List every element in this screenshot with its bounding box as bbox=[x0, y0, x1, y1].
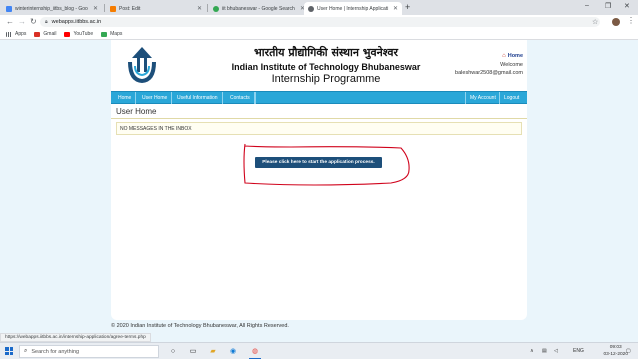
system-clock[interactable]: 09:03 03-12-2020 bbox=[603, 344, 628, 358]
cortana-icon[interactable]: ○ bbox=[168, 346, 178, 356]
link-status-bar: https://webapps.iitbbs.ac.in/internship-… bbox=[0, 333, 151, 342]
browser-menu-icon[interactable]: ⋮ bbox=[627, 16, 635, 25]
start-application-button[interactable]: Please click here to start the applicati… bbox=[255, 157, 382, 168]
inbox-message: NO MESSAGES IN THE INBOX bbox=[120, 125, 192, 132]
tab-title: winterinternship_iitbs_blog - Goo bbox=[15, 5, 88, 12]
search-placeholder: Search for anything bbox=[31, 348, 80, 355]
clock-date: 03-12-2020 bbox=[603, 352, 628, 357]
browser-tab-active[interactable]: User Home | Internship Applicati ✕ bbox=[304, 2, 402, 15]
tab-title: Post: Edit bbox=[119, 5, 141, 12]
browser-tab-1[interactable]: winterinternship_iitbs_blog - Goo ✕ bbox=[2, 2, 102, 15]
nav-contacts[interactable]: Contacts bbox=[226, 92, 255, 104]
address-bar[interactable]: 🔒︎ webapps.iitbbs.ac.in bbox=[40, 17, 600, 27]
google-icon bbox=[213, 5, 219, 12]
bookmark-label: YouTube bbox=[73, 31, 94, 37]
site-title-hindi: भारतीय प्रौद्योगिकी संस्थान भुवनेश्वर bbox=[253, 46, 399, 59]
browser-toolbar: ← → ↻ 🔒︎ webapps.iitbbs.ac.in ☆ ⋮ bbox=[0, 15, 638, 29]
lock-icon: 🔒︎ bbox=[45, 19, 48, 25]
tab-title: iit bhubaneswar - Google Search bbox=[222, 5, 295, 12]
nav-home[interactable]: Home bbox=[114, 92, 137, 104]
site-favicon-icon bbox=[308, 5, 314, 12]
nav-divider bbox=[255, 92, 256, 104]
bookmark-apps[interactable]: Apps bbox=[6, 31, 26, 37]
bookmark-gmail[interactable]: Gmail bbox=[34, 31, 56, 37]
site-title-english: Indian Institute of Technology Bhubanesw… bbox=[231, 62, 421, 72]
maximize-button[interactable]: ❐ bbox=[605, 2, 611, 10]
blogger-icon bbox=[110, 5, 116, 12]
back-icon[interactable]: ← bbox=[6, 17, 14, 26]
bookmark-youtube[interactable]: YouTube bbox=[64, 31, 93, 37]
close-window-button[interactable]: ✕ bbox=[624, 2, 630, 10]
iit-logo-icon bbox=[128, 47, 156, 83]
new-tab-button[interactable]: + bbox=[405, 2, 410, 12]
reload-icon[interactable]: ↻ bbox=[30, 17, 37, 26]
home-link[interactable]: ⌂ Home bbox=[502, 53, 523, 59]
youtube-icon bbox=[64, 31, 71, 37]
welcome-text: Welcome bbox=[500, 62, 523, 68]
edge-icon[interactable]: ◉ bbox=[228, 346, 238, 356]
taskbar-search-input[interactable]: ⌕ Search for anything bbox=[19, 345, 159, 358]
page-viewport: भारतीय प्रौद्योगिकी संस्थान भुवनेश्वर In… bbox=[0, 40, 638, 342]
tray-chevron-icon[interactable]: ∧ bbox=[530, 348, 534, 354]
clock-time: 09:03 bbox=[609, 345, 622, 350]
user-email: baleshwar2508@gmail.com bbox=[455, 70, 523, 76]
file-explorer-icon[interactable]: ▰ bbox=[208, 346, 218, 356]
close-tab-icon[interactable]: ✕ bbox=[93, 5, 98, 12]
bookmark-star-icon[interactable]: ☆ bbox=[592, 18, 598, 26]
apps-grid-icon bbox=[6, 31, 12, 37]
network-icon[interactable]: ▤ bbox=[542, 348, 547, 354]
bookmark-label: Apps bbox=[15, 31, 27, 37]
browser-tab-2[interactable]: Post: Edit ✕ bbox=[106, 2, 206, 15]
language-indicator[interactable]: ENG bbox=[573, 348, 584, 354]
bookmark-label: Maps bbox=[110, 31, 123, 37]
bookmark-label: Gmail bbox=[43, 31, 57, 37]
tab-divider bbox=[104, 4, 105, 12]
chrome-icon[interactable]: ◍ bbox=[250, 346, 260, 356]
forward-icon[interactable]: → bbox=[18, 17, 26, 26]
search-icon: ⌕ bbox=[24, 348, 28, 354]
inbox-message-box: NO MESSAGES IN THE INBOX bbox=[116, 122, 522, 135]
close-tab-icon[interactable]: ✕ bbox=[393, 5, 398, 12]
home-link-label: Home bbox=[507, 53, 523, 59]
browser-tab-strip: winterinternship_iitbs_blog - Goo ✕ Post… bbox=[0, 0, 638, 15]
nav-my-account[interactable]: My Account bbox=[465, 92, 500, 104]
main-navigation: Home User Home Useful Information Contac… bbox=[111, 91, 527, 104]
task-view-icon[interactable]: ▭ bbox=[188, 346, 198, 356]
bookmark-maps[interactable]: Maps bbox=[101, 31, 122, 37]
close-tab-icon[interactable]: ✕ bbox=[197, 5, 202, 12]
site-container: भारतीय प्रौद्योगिकी संस्थान भुवनेश्वर In… bbox=[111, 40, 527, 320]
windows-start-icon[interactable] bbox=[5, 347, 13, 355]
page-title: Internship Programme bbox=[271, 73, 381, 85]
url-text: webapps.iitbbs.ac.in bbox=[51, 19, 102, 25]
notifications-icon[interactable]: ▢ bbox=[626, 348, 631, 354]
site-footer: © 2020 Indian Institute of Technology Bh… bbox=[111, 323, 289, 329]
bookmarks-bar: Apps Gmail YouTube Maps bbox=[0, 29, 638, 40]
docs-icon bbox=[6, 5, 12, 12]
volume-icon[interactable]: ◁ bbox=[554, 348, 558, 354]
gmail-icon bbox=[34, 31, 41, 37]
tab-title: User Home | Internship Applicati bbox=[317, 5, 389, 12]
site-header: भारतीय प्रौद्योगिकी संस्थान भुवनेश्वर In… bbox=[111, 40, 527, 91]
taskbar: ⌕ Search for anything ○ ▭ ▰ ◉ ◍ ∧ ▤ ◁ EN… bbox=[0, 342, 638, 359]
nav-user-home[interactable]: User Home bbox=[138, 92, 173, 104]
maps-icon bbox=[101, 31, 108, 37]
tab-divider bbox=[207, 4, 208, 12]
home-icon: ⌂ bbox=[502, 53, 506, 59]
heading-divider bbox=[111, 118, 527, 119]
browser-tab-3[interactable]: iit bhubaneswar - Google Search ✕ bbox=[209, 2, 309, 15]
nav-logout[interactable]: Logout bbox=[499, 92, 523, 104]
nav-useful-information[interactable]: Useful Information bbox=[173, 92, 223, 104]
minimize-button[interactable]: – bbox=[585, 2, 589, 9]
section-heading: User Home bbox=[116, 107, 157, 116]
avatar[interactable] bbox=[612, 18, 620, 26]
